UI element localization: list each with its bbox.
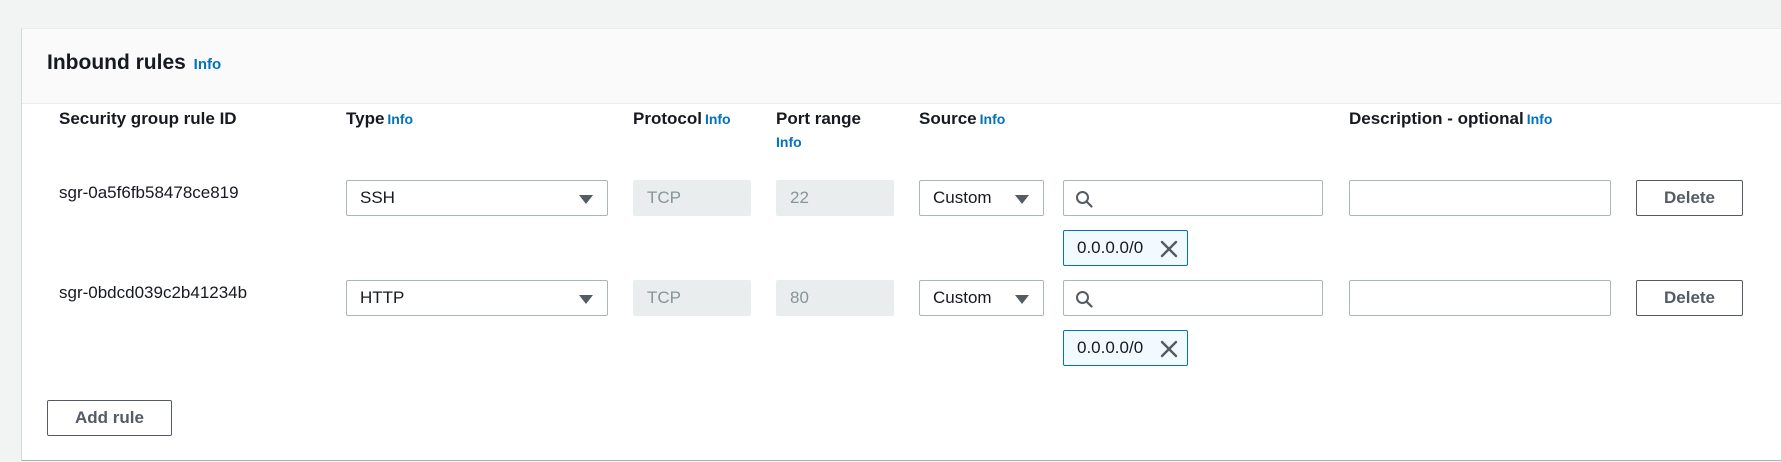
type-select-value: SSH [360, 188, 395, 207]
type-select[interactable]: SSH [346, 180, 608, 216]
source-token: 0.0.0.0/0 [1063, 230, 1188, 266]
rule-id: sgr-0bdcd039c2b41234b [59, 283, 248, 302]
col-header-source: Source Info [919, 109, 1005, 129]
caret-down-icon [579, 295, 593, 304]
type-info-link[interactable]: Info [387, 111, 413, 127]
col-header-description: Description - optional Info [1349, 109, 1552, 129]
port-range-info-link[interactable]: Info [776, 134, 861, 150]
port-range-field: 22 [776, 180, 894, 216]
close-icon[interactable] [1159, 339, 1179, 359]
source-search-input[interactable] [1063, 180, 1323, 216]
search-icon [1076, 191, 1093, 208]
col-header-type: Type Info [346, 109, 413, 129]
section-title: Inbound rules Info [47, 51, 221, 75]
source-select[interactable]: Custom [919, 180, 1044, 216]
source-search-input[interactable] [1063, 280, 1323, 316]
delete-button[interactable]: Delete [1636, 180, 1743, 216]
type-select[interactable]: HTTP [346, 280, 608, 316]
section-info-link[interactable]: Info [194, 56, 222, 73]
description-input[interactable] [1349, 180, 1611, 216]
col-header-port-range-label: Port range [776, 109, 862, 128]
type-select-value: HTTP [360, 288, 405, 307]
source-token-label: 0.0.0.0/0 [1077, 338, 1144, 357]
add-rule-button[interactable]: Add rule [47, 400, 172, 436]
col-header-protocol-label: Protocol [633, 109, 702, 128]
source-select-value: Custom [933, 288, 992, 307]
col-header-rule-id-label: Security group rule ID [59, 109, 237, 128]
source-select-value: Custom [933, 188, 992, 207]
protocol-field: TCP [633, 180, 751, 216]
protocol-info-link[interactable]: Info [705, 111, 731, 127]
col-header-description-label: Description - optional [1349, 109, 1524, 128]
delete-button[interactable]: Delete [1636, 280, 1743, 316]
panel-header: Inbound rules Info [22, 29, 1781, 104]
rule-id: sgr-0a5f6fb58478ce819 [59, 183, 239, 202]
section-title-text: Inbound rules [47, 51, 186, 74]
caret-down-icon [579, 195, 593, 204]
col-header-type-label: Type [346, 109, 385, 128]
close-icon[interactable] [1159, 239, 1179, 259]
col-header-port-range: Port range Info [776, 109, 861, 150]
col-header-rule-id: Security group rule ID [59, 109, 237, 129]
col-header-source-label: Source [919, 109, 977, 128]
caret-down-icon [1015, 195, 1029, 204]
description-info-link[interactable]: Info [1527, 111, 1553, 127]
source-token-label: 0.0.0.0/0 [1077, 238, 1144, 257]
search-icon [1076, 291, 1093, 308]
description-input[interactable] [1349, 280, 1611, 316]
port-range-field: 80 [776, 280, 894, 316]
col-header-protocol: Protocol Info [633, 109, 731, 129]
source-token: 0.0.0.0/0 [1063, 330, 1188, 366]
caret-down-icon [1015, 295, 1029, 304]
source-info-link[interactable]: Info [980, 111, 1006, 127]
protocol-field: TCP [633, 280, 751, 316]
source-select[interactable]: Custom [919, 280, 1044, 316]
inbound-rules-panel: Inbound rules Info [21, 28, 1781, 461]
